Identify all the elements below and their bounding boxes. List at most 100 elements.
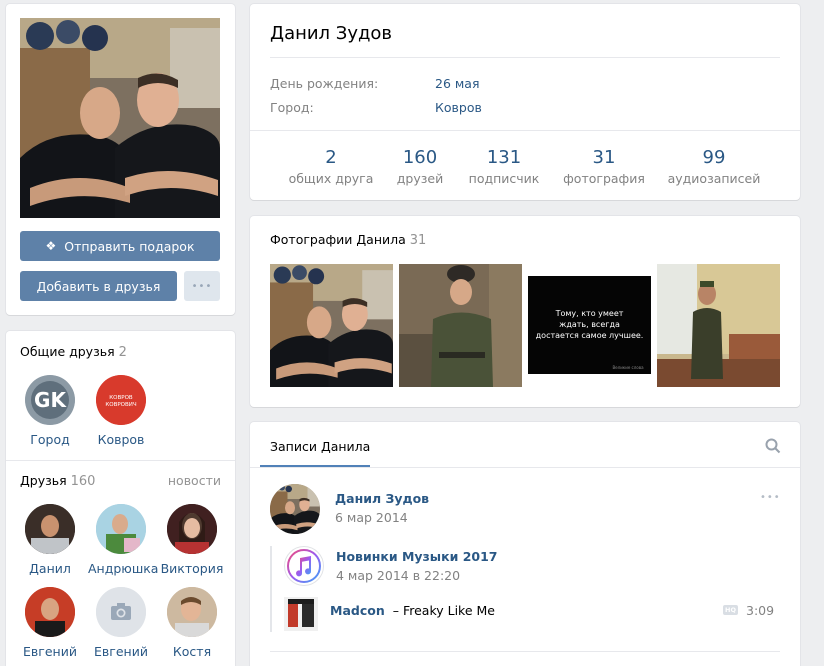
repost-source-name[interactable]: Новинки Музыки 2017 xyxy=(336,549,498,564)
friend-item[interactable]: Евгений xyxy=(88,587,154,659)
svg-text:ждать, всегда: ждать, всегда xyxy=(559,320,620,329)
profile-name: Данил Зудов xyxy=(270,23,393,44)
svg-text:КОВРОВ: КОВРОВ xyxy=(109,395,133,401)
add-friend-button[interactable]: Добавить в друзья xyxy=(20,271,177,301)
friend-name: Ковров xyxy=(97,432,145,447)
mutual-friend-item[interactable]: GK Город xyxy=(17,375,83,447)
counter-number: 31 xyxy=(592,147,616,168)
photos-count: 31 xyxy=(409,233,427,248)
post-date[interactable]: 6 мар 2014 xyxy=(335,510,408,525)
search-icon[interactable] xyxy=(765,438,781,458)
friends-card: Общие друзья 2 GK Город КОВРОВ КОВРОВИЧ К… xyxy=(6,331,235,666)
mutual-friends-count: 2 xyxy=(118,345,127,360)
friend-name: Виктория xyxy=(160,561,224,576)
wall-card: Записи Данила Данил Зудов 6 мар 2014 •••… xyxy=(250,422,800,666)
send-gift-button[interactable]: ❖ Отправить подарок xyxy=(20,231,220,261)
avatar xyxy=(96,504,146,554)
avatar xyxy=(25,587,75,637)
avatar xyxy=(167,504,217,554)
counter-number: 99 xyxy=(702,147,726,168)
avatar: КОВРОВ КОВРОВИЧ xyxy=(96,375,146,425)
post-author-avatar[interactable] xyxy=(270,484,320,534)
add-friend-label: Добавить в друзья xyxy=(36,278,161,294)
hq-badge: HQ xyxy=(723,605,738,615)
svg-text:достается самое лучшее.: достается самое лучшее. xyxy=(536,331,644,340)
photo-thumb[interactable] xyxy=(399,264,522,387)
kovrov-logo: КОВРОВ КОВРОВИЧ xyxy=(96,375,146,425)
friend-item[interactable]: Андрюшка xyxy=(88,504,159,576)
counter-audios[interactable]: 99 аудиозаписей xyxy=(659,147,769,186)
photos-title: Фотографии Данила xyxy=(270,232,406,247)
divider xyxy=(270,651,780,652)
friends-header[interactable]: Друзья 160 xyxy=(20,473,95,489)
send-gift-label: Отправить подарок xyxy=(64,238,195,254)
friend-item[interactable]: Данил xyxy=(17,504,83,576)
music-note-icon xyxy=(287,549,321,583)
friend-name: Евгений xyxy=(23,644,77,659)
tab-wall-posts[interactable]: Записи Данила xyxy=(270,439,370,454)
counter-label: подписчик xyxy=(468,171,540,186)
friends-news-link[interactable]: новости xyxy=(168,473,221,488)
audio-track[interactable]: Madcon – Freaky Like Me xyxy=(330,603,495,618)
info-label: Город: xyxy=(270,100,314,115)
profile-info-card: Данил Зудов День рождения: 26 мая Город: К… xyxy=(250,4,800,200)
repost-date[interactable]: 4 мар 2014 в 22:20 xyxy=(336,568,460,583)
mutual-friends-header[interactable]: Общие друзья 2 xyxy=(20,344,127,360)
audio-cover[interactable] xyxy=(284,597,318,631)
city-link[interactable]: Ковров xyxy=(435,100,482,115)
friend-item[interactable]: Костя xyxy=(159,587,225,659)
divider xyxy=(250,467,800,468)
post-author-name[interactable]: Данил Зудов xyxy=(335,491,429,506)
more-actions-button[interactable]: ••• xyxy=(184,271,220,301)
counter-label: аудиозаписей xyxy=(667,171,761,186)
more-dots-icon: ••• xyxy=(191,280,213,292)
divider xyxy=(250,130,800,131)
divider xyxy=(270,57,780,58)
photo-thumb[interactable]: Тому, кто умеет ждать, всегда достается … xyxy=(528,264,651,387)
gk-logo: GK xyxy=(25,375,75,425)
photos-header[interactable]: Фотографии Данила 31 xyxy=(270,232,426,248)
svg-text:КОВРОВИЧ: КОВРОВИЧ xyxy=(105,402,137,408)
audio-dash: – xyxy=(392,603,399,618)
friend-name: Евгений xyxy=(94,644,148,659)
avatar xyxy=(25,504,75,554)
counter-label: фотография xyxy=(563,171,645,186)
counter-photos[interactable]: 31 фотография xyxy=(549,147,659,186)
avatar: GK xyxy=(25,375,75,425)
svg-text:Великие слова: Великие слова xyxy=(612,365,644,370)
avatar xyxy=(167,587,217,637)
friends-count: 160 xyxy=(70,474,96,489)
photo-thumb[interactable] xyxy=(270,264,393,387)
friend-name: Андрюшка xyxy=(88,561,159,576)
post-more-icon[interactable]: ••• xyxy=(760,492,781,503)
avatar-card: ❖ Отправить подарок Добавить в друзья ••… xyxy=(6,4,235,315)
audio-duration: 3:09 xyxy=(746,603,775,618)
friend-item[interactable]: Евгений xyxy=(17,587,83,659)
info-row-birthday: День рождения: 26 мая xyxy=(270,76,480,91)
camera-icon xyxy=(96,587,146,637)
friend-name: Город xyxy=(30,432,70,447)
photo-thumb[interactable] xyxy=(657,264,780,387)
repost-source-avatar[interactable] xyxy=(284,546,324,586)
audio-artist[interactable]: Madcon xyxy=(330,603,385,618)
svg-text:Тому, кто умеет: Тому, кто умеет xyxy=(555,309,624,318)
mutual-friends-title: Общие друзья xyxy=(20,344,115,359)
counter-number: 131 xyxy=(486,147,522,168)
friend-name: Данил xyxy=(29,561,71,576)
audio-title: Freaky Like Me xyxy=(402,603,495,618)
friend-item[interactable]: Виктория xyxy=(159,504,225,576)
quote-image: Тому, кто умеет ждать, всегда достается … xyxy=(528,276,651,374)
mutual-friend-item[interactable]: КОВРОВ КОВРОВИЧ Ковров xyxy=(88,375,154,447)
photos-card: Фотографии Данила 31 Тому, кто умеет ждат… xyxy=(250,216,800,407)
counter-followers[interactable]: 131 подписчик xyxy=(449,147,559,186)
info-row-city: Город: Ковров xyxy=(270,100,482,115)
svg-text:GK: GK xyxy=(34,388,67,412)
friend-name: Костя xyxy=(172,644,212,659)
info-label: День рождения: xyxy=(270,76,379,91)
avatar xyxy=(96,587,146,637)
divider xyxy=(6,460,235,461)
birthday-link[interactable]: 26 мая xyxy=(435,76,480,91)
repost-bar xyxy=(270,546,272,632)
friends-title: Друзья xyxy=(20,473,67,488)
profile-photo[interactable] xyxy=(20,18,220,218)
